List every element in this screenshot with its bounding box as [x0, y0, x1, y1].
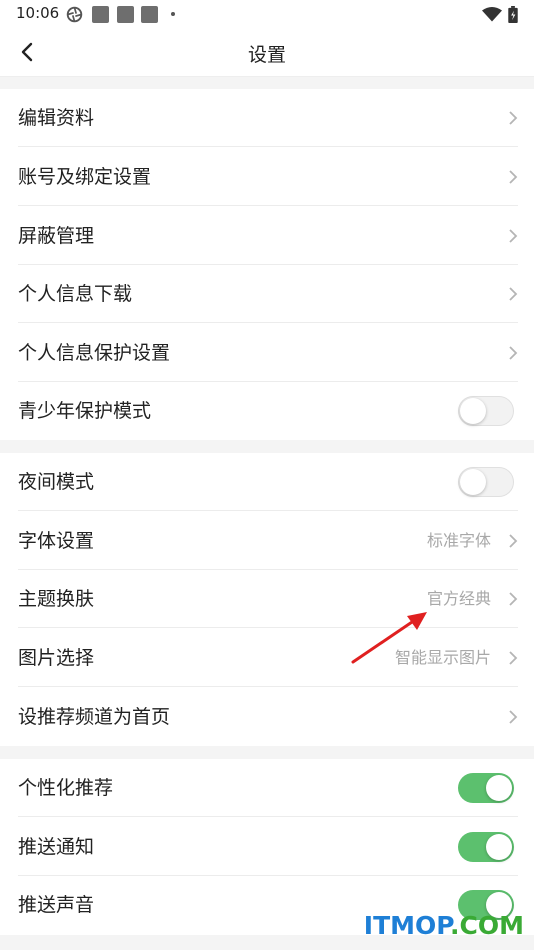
- annotation-arrow-icon: [351, 612, 427, 664]
- status-bar: 10:06: [0, 0, 534, 28]
- section-gap: [0, 77, 534, 89]
- settings-row-personal-info-download[interactable]: 个人信息下载: [0, 265, 534, 323]
- toggle-knob: [486, 834, 512, 860]
- row-label: 推送声音: [18, 894, 95, 916]
- divider: [18, 816, 518, 817]
- notification-icon: [117, 6, 134, 23]
- row-label: 主题换肤: [18, 588, 95, 610]
- chevron-right-icon: [509, 229, 518, 243]
- section-gap: [0, 440, 534, 453]
- settings-row-account-binding[interactable]: 账号及绑定设置: [0, 148, 534, 206]
- row-label: 图片选择: [18, 647, 95, 669]
- settings-row-personalized-recommend: 个性化推荐: [0, 759, 534, 817]
- settings-row-teen-mode: 青少年保护模式: [0, 382, 534, 440]
- divider: [18, 322, 518, 323]
- row-value: 标准字体: [426, 531, 491, 550]
- status-time: 10:06: [16, 4, 60, 22]
- row-label: 账号及绑定设置: [18, 166, 152, 188]
- chevron-right-icon: [509, 534, 518, 548]
- settings-row-recommend-homepage[interactable]: 设推荐频道为首页: [0, 688, 534, 746]
- row-label: 编辑资料: [18, 107, 95, 129]
- toggle-knob: [460, 469, 486, 495]
- settings-row-block-management[interactable]: 屏蔽管理: [0, 207, 534, 265]
- row-label: 个性化推荐: [18, 777, 114, 799]
- watermark-part1: ITMOP: [363, 911, 451, 940]
- personalized-recommend-toggle[interactable]: [458, 773, 514, 803]
- settings-row-night-mode: 夜间模式: [0, 453, 534, 511]
- notification-icon: [141, 6, 158, 23]
- divider: [18, 510, 518, 511]
- row-label: 推送通知: [18, 836, 95, 858]
- aperture-icon: [66, 6, 83, 23]
- row-value: 官方经典: [426, 589, 491, 608]
- row-label: 个人信息保护设置: [18, 342, 171, 364]
- divider: [18, 146, 518, 147]
- page-title: 设置: [247, 44, 286, 66]
- divider: [18, 205, 518, 206]
- wifi-icon: [482, 7, 502, 22]
- chevron-right-icon: [509, 287, 518, 301]
- row-label: 屏蔽管理: [18, 225, 95, 247]
- chevron-right-icon: [509, 111, 518, 125]
- night-mode-toggle[interactable]: [458, 467, 514, 497]
- watermark-part2: .COM: [450, 911, 524, 940]
- settings-row-theme[interactable]: 主题换肤 官方经典: [0, 570, 534, 628]
- toggle-knob: [460, 398, 486, 424]
- chevron-right-icon: [509, 651, 518, 665]
- settings-row-privacy-protection[interactable]: 个人信息保护设置: [0, 324, 534, 382]
- settings-row-font[interactable]: 字体设置 标准字体: [0, 512, 534, 570]
- row-label: 夜间模式: [18, 471, 95, 493]
- row-label: 青少年保护模式: [18, 400, 152, 422]
- notification-icon: [92, 6, 109, 23]
- teen-mode-toggle[interactable]: [458, 396, 514, 426]
- watermark-logo: ITMOP.COM: [364, 911, 524, 940]
- settings-row-image-selection[interactable]: 图片选择 智能显示图片: [0, 629, 534, 687]
- chevron-right-icon: [509, 170, 518, 184]
- divider: [18, 627, 518, 628]
- chevron-right-icon: [509, 592, 518, 606]
- row-label: 设推荐频道为首页: [18, 706, 171, 728]
- row-label: 字体设置: [18, 530, 95, 552]
- divider: [18, 686, 518, 687]
- chevron-right-icon: [509, 710, 518, 724]
- chevron-right-icon: [509, 346, 518, 360]
- nav-bar: 设置: [0, 28, 534, 77]
- settings-row-edit-profile[interactable]: 编辑资料: [0, 89, 534, 147]
- settings-row-push-notification: 推送通知: [0, 818, 534, 876]
- section-gap: [0, 746, 534, 759]
- push-notification-toggle[interactable]: [458, 832, 514, 862]
- more-notifications-dot: [171, 12, 175, 16]
- battery-icon: [508, 6, 518, 23]
- toggle-knob: [486, 775, 512, 801]
- row-label: 个人信息下载: [18, 283, 133, 305]
